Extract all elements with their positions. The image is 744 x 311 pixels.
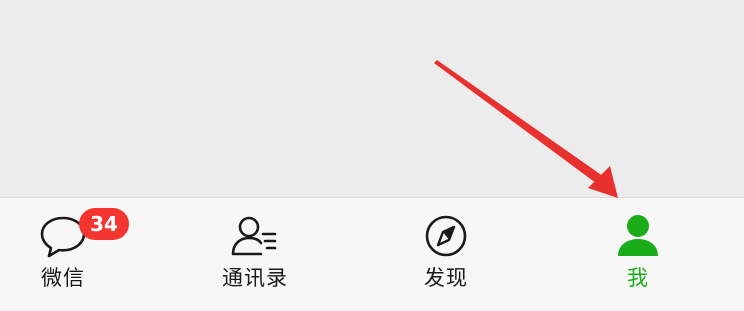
tab-me-label: 我 — [627, 266, 649, 290]
tab-chats-label: 微信 — [41, 266, 85, 290]
person-icon — [612, 212, 664, 260]
tab-contacts[interactable]: 通讯录 — [195, 198, 315, 311]
content-area — [0, 0, 744, 197]
tab-contacts-label: 通讯录 — [222, 266, 288, 290]
tab-discover-label: 发现 — [424, 266, 468, 290]
tab-me[interactable]: 我 — [578, 198, 698, 311]
compass-icon — [420, 212, 472, 260]
unread-badge: 34 — [79, 208, 129, 240]
contacts-icon — [229, 212, 281, 260]
tab-discover[interactable]: 发现 — [386, 198, 506, 311]
tab-chats[interactable]: 34 微信 — [3, 198, 129, 311]
bottom-tab-bar: 34 微信 通讯录 发现 我 — [0, 197, 744, 310]
